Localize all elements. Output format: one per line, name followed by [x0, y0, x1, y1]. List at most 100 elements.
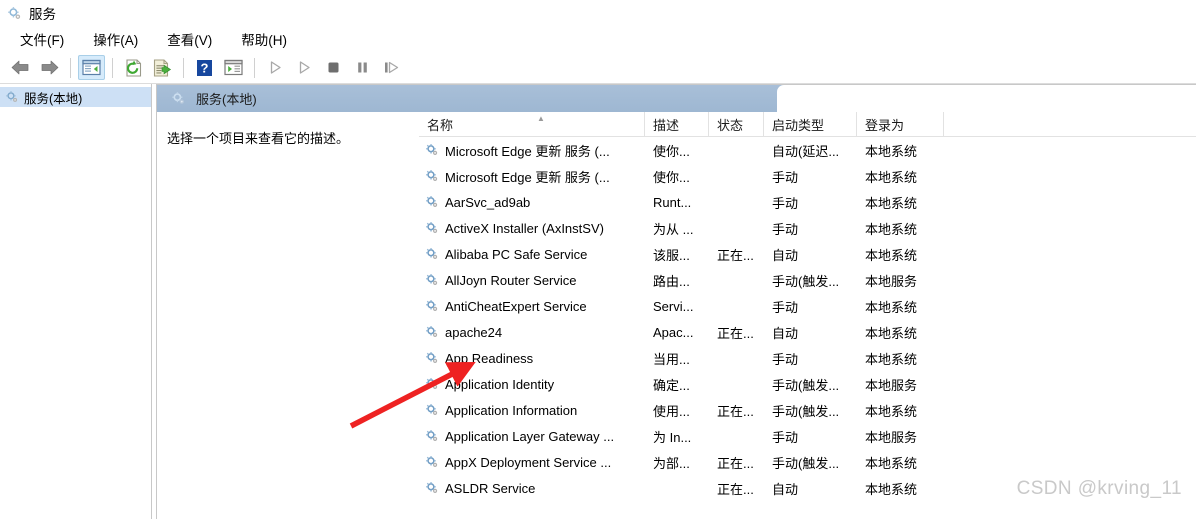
cell-log-on-as: 本地系统 [865, 247, 918, 263]
service-gear-icon [425, 455, 439, 469]
menu-help[interactable]: 帮助(H) [233, 27, 295, 51]
list-header-row: 名称 ▲ 描述 状态 启动类型 登录为 [419, 112, 1196, 137]
column-log-on-as-label: 登录为 [865, 117, 905, 133]
service-gear-icon [425, 481, 439, 495]
restart-service-icon[interactable] [378, 55, 405, 80]
toolbar-separator [183, 57, 184, 78]
show-action-pane-icon[interactable] [220, 55, 247, 80]
service-gear-icon [425, 351, 439, 365]
toolbar-separator [70, 57, 71, 78]
menu-action[interactable]: 操作(A) [85, 27, 146, 51]
cell-description: 为从 ... [653, 221, 694, 237]
toolbar-separator [112, 57, 113, 78]
cell-description: 为部... [653, 455, 690, 471]
start-service-icon[interactable] [262, 55, 289, 80]
back-arrow-icon[interactable] [7, 55, 34, 80]
cell-log-on-as: 本地系统 [865, 403, 918, 419]
cell-startup-type: 手动 [772, 169, 799, 185]
table-row[interactable]: Alibaba PC Safe Service 该服... 正在... 自动 本地系统 [419, 241, 1196, 267]
cell-description: Runt... [653, 194, 692, 210]
cell-log-on-as: 本地服务 [865, 273, 918, 289]
table-row[interactable]: App Readiness 当用... 手动 本地系统 [419, 345, 1196, 371]
service-gear-icon [425, 299, 439, 313]
column-log-on-as[interactable]: 登录为 [857, 112, 944, 136]
table-row[interactable]: apache24 Apac... 正在... 自动 本地系统 [419, 319, 1196, 345]
column-description-label: 描述 [653, 117, 680, 133]
service-name-label: Application Layer Gateway ... [445, 428, 615, 444]
table-row[interactable]: AarSvc_ad9ab Runt... 手动 本地系统 [419, 189, 1196, 215]
cell-service-name: apache24 [419, 325, 645, 340]
column-startup-type[interactable]: 启动类型 [764, 112, 857, 136]
menu-view[interactable]: 查看(V) [159, 27, 220, 51]
service-gear-icon [425, 377, 439, 391]
cell-service-name: Application Layer Gateway ... [419, 429, 645, 444]
export-list-icon[interactable] [149, 55, 176, 80]
table-row[interactable]: AntiCheatExpert Service Servi... 手动 本地系统 [419, 293, 1196, 319]
services-list-rows: Microsoft Edge 更新 服务 (... 使你... 自动(延迟... 本地… [419, 137, 1196, 501]
menu-file[interactable]: 文件(F) [12, 27, 72, 51]
pause-service-icon[interactable] [349, 55, 376, 80]
table-row[interactable]: Microsoft Edge 更新 服务 (... 使你... 自动(延迟... 本地… [419, 137, 1196, 163]
sort-ascending-icon: ▲ [537, 114, 545, 123]
table-row[interactable]: Application Layer Gateway ... 为 In... 手动 本地… [419, 423, 1196, 449]
table-row[interactable]: Application Identity 确定... 手动(触发... 本地服务 [419, 371, 1196, 397]
cell-service-name: Application Information [419, 403, 645, 418]
resume-service-icon[interactable] [291, 55, 318, 80]
table-row[interactable]: AppX Deployment Service ... 为部... 正在... 手动(… [419, 449, 1196, 475]
column-description[interactable]: 描述 [645, 112, 709, 136]
refresh-icon[interactable] [120, 55, 147, 80]
service-name-label: AntiCheatExpert Service [445, 298, 587, 314]
cell-log-on-as: 本地系统 [865, 169, 918, 185]
cell-startup-type: 手动 [772, 195, 799, 211]
main-body: 服务(本地) 服务(本地) 选择一个项目来查看它的描述。 名称 ▲ 描述 状态 … [0, 84, 1196, 519]
cell-service-name: Alibaba PC Safe Service [419, 247, 645, 262]
service-gear-icon [425, 429, 439, 443]
forward-arrow-icon[interactable] [36, 55, 63, 80]
cell-startup-type: 自动 [772, 247, 799, 263]
service-name-label: AllJoyn Router Service [445, 272, 577, 288]
cell-startup-type: 手动(触发... [772, 377, 840, 393]
service-name-label: ActiveX Installer (AxInstSV) [445, 220, 604, 236]
service-gear-icon [425, 195, 439, 209]
tree-item-services-local[interactable]: 服务(本地) [0, 87, 151, 107]
table-row[interactable]: ActiveX Installer (AxInstSV) 为从 ... 手动 本地系统 [419, 215, 1196, 241]
result-pane-header: 服务(本地) [157, 85, 1196, 112]
cell-log-on-as: 本地系统 [865, 143, 918, 159]
cell-description: 确定... [653, 377, 690, 393]
svg-text:?: ? [201, 60, 209, 75]
column-startup-type-label: 启动类型 [772, 117, 825, 133]
cell-log-on-as: 本地服务 [865, 429, 918, 445]
show-hide-console-tree-icon[interactable] [78, 55, 105, 80]
services-gear-icon [171, 91, 186, 106]
cell-log-on-as: 本地系统 [865, 455, 918, 471]
cell-startup-type: 手动(触发... [772, 455, 840, 471]
toolbar-separator [254, 57, 255, 78]
cell-service-name: AarSvc_ad9ab [419, 195, 645, 210]
cell-startup-type: 手动(触发... [772, 403, 840, 419]
column-status[interactable]: 状态 [709, 112, 764, 136]
cell-status: 正在... [717, 481, 754, 497]
service-gear-icon [425, 169, 439, 183]
service-gear-icon [425, 325, 439, 339]
cell-description: 使你... [653, 169, 690, 185]
service-name-label: AarSvc_ad9ab [445, 194, 531, 210]
menu-bar: 文件(F) 操作(A) 查看(V) 帮助(H) [0, 26, 1196, 52]
cell-description: 当用... [653, 351, 690, 367]
cell-startup-type: 手动 [772, 351, 799, 367]
service-gear-icon [425, 273, 439, 287]
cell-startup-type: 自动(延迟... [772, 143, 840, 159]
stop-service-icon[interactable] [320, 55, 347, 80]
cell-service-name: ASLDR Service [419, 481, 645, 496]
cell-status: 正在... [717, 325, 754, 341]
toolbar: ? [0, 52, 1196, 84]
cell-log-on-as: 本地系统 [865, 481, 918, 497]
table-row[interactable]: AllJoyn Router Service 路由... 手动(触发... 本地服务 [419, 267, 1196, 293]
cell-service-name: Microsoft Edge 更新 服务 (... [419, 167, 645, 186]
cell-log-on-as: 本地系统 [865, 351, 918, 367]
help-icon[interactable]: ? [191, 55, 218, 80]
column-name[interactable]: 名称 ▲ [419, 112, 645, 136]
table-row[interactable]: Application Information 使用... 正在... 手动(触发..… [419, 397, 1196, 423]
description-pane: 选择一个项目来查看它的描述。 [157, 112, 419, 519]
result-pane-body: 选择一个项目来查看它的描述。 名称 ▲ 描述 状态 启动类型 登录为 Micro… [157, 112, 1196, 519]
table-row[interactable]: Microsoft Edge 更新 服务 (... 使你... 手动 本地系统 [419, 163, 1196, 189]
